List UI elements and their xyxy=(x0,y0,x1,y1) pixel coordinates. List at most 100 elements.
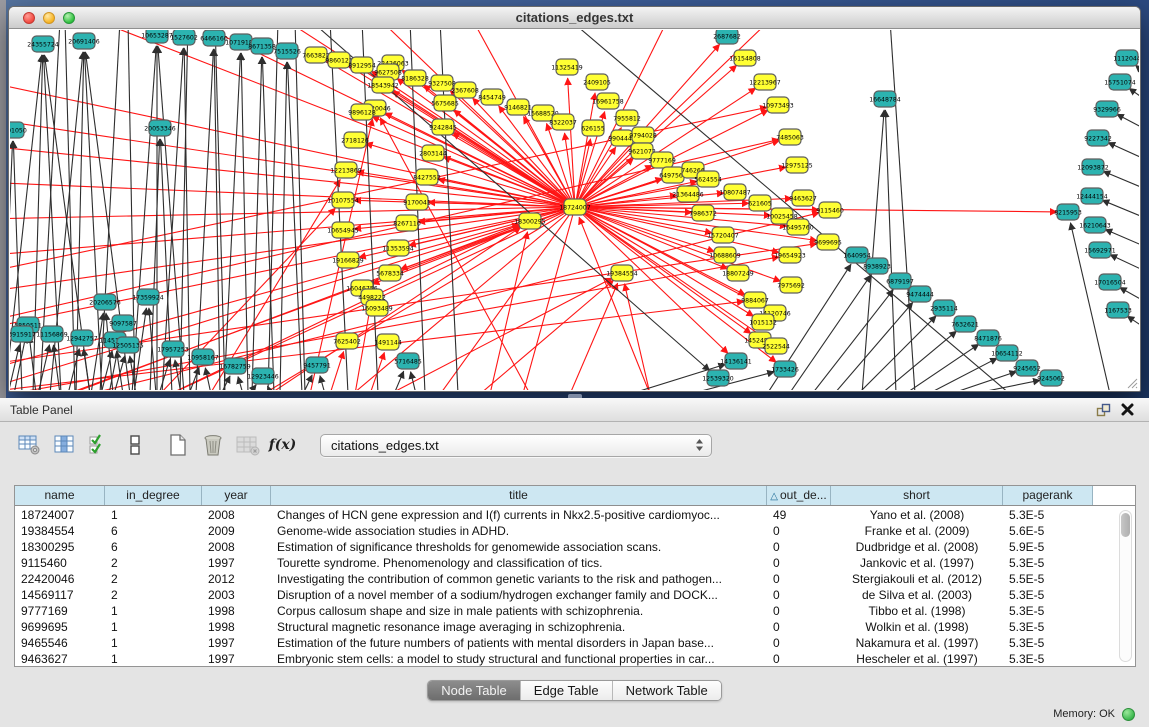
graph-node[interactable]: 3915917 xyxy=(10,326,36,342)
table-cell[interactable]: 6 xyxy=(105,523,202,539)
graph-node[interactable]: 9329966 xyxy=(1093,101,1121,117)
graph-node[interactable]: 10807487 xyxy=(719,184,751,200)
table-cell[interactable]: Disruption of a novel member of a sodium… xyxy=(271,587,767,603)
graph-node[interactable]: 12093872 xyxy=(1077,159,1109,175)
table-cell[interactable]: 18300295 xyxy=(15,539,105,555)
graph-node[interactable]: 10973493 xyxy=(762,97,794,113)
graph-node[interactable]: 16495760 xyxy=(782,219,814,235)
row-height-icon[interactable] xyxy=(121,432,148,458)
graph-node[interactable]: 10654112 xyxy=(991,345,1023,361)
float-panel-icon[interactable] xyxy=(1096,403,1111,417)
table-cell[interactable]: Hescheler et al. (1997) xyxy=(831,651,1003,666)
close-window-button[interactable] xyxy=(23,12,35,24)
table-cell[interactable]: 0 xyxy=(767,571,831,587)
graph-node[interactable]: 20206576 xyxy=(89,294,121,310)
table-cell[interactable]: Yano et al. (2008) xyxy=(831,507,1003,523)
table-cell[interactable]: 0 xyxy=(767,603,831,619)
graph-node[interactable]: 2367608 xyxy=(451,82,479,98)
table-cell[interactable]: Structural magnetic resonance image aver… xyxy=(271,619,767,635)
graph-node[interactable]: 11325419 xyxy=(551,59,583,75)
table-cell[interactable]: 5.9E-5 xyxy=(1003,539,1093,555)
graph-node[interactable]: 7955812 xyxy=(613,110,641,126)
graph-node[interactable]: 7515526 xyxy=(273,43,301,59)
table-row[interactable]: 1938455462009Genome-wide association stu… xyxy=(15,523,1119,539)
graph-node[interactable]: 5678334 xyxy=(376,265,404,281)
graph-node[interactable]: 19384554 xyxy=(606,265,638,281)
graph-node[interactable]: 8267110 xyxy=(393,215,421,231)
graph-node[interactable]: 10958167 xyxy=(187,349,219,365)
graph-node[interactable]: 10654945 xyxy=(327,222,359,238)
table-cell[interactable]: 2 xyxy=(105,571,202,587)
graph-node[interactable]: 16154808 xyxy=(729,50,761,66)
graph-node[interactable]: 9097587 xyxy=(109,315,137,331)
table-cell[interactable]: Estimation of significance thresholds fo… xyxy=(271,539,767,555)
memory-status-icon[interactable] xyxy=(1122,708,1135,721)
table-cell[interactable]: Wolkin et al. (1998) xyxy=(831,619,1003,635)
graph-node[interactable]: 8912954 xyxy=(348,57,376,73)
close-panel-icon[interactable] xyxy=(1120,402,1135,417)
graph-node[interactable]: 5675685 xyxy=(431,95,459,111)
table-cell[interactable]: 5.3E-5 xyxy=(1003,555,1093,571)
table-cell[interactable]: 14569117 xyxy=(15,587,105,603)
table-cell[interactable]: de Silva et al. (2003) xyxy=(831,587,1003,603)
graph-node[interactable]: 6879197 xyxy=(886,273,914,289)
window-resize-grip[interactable] xyxy=(1124,375,1138,389)
graph-node[interactable]: 2935114 xyxy=(930,300,958,316)
graph-node[interactable]: 8186328 xyxy=(401,70,429,86)
table-cell[interactable]: 1997 xyxy=(202,555,271,571)
table-cell[interactable]: 0 xyxy=(767,651,831,666)
network-window-titlebar[interactable]: citations_edges.txt xyxy=(9,7,1140,29)
graph-node[interactable]: 11353594 xyxy=(382,240,414,256)
graph-node[interactable]: 7485063 xyxy=(776,129,804,145)
table-settings-icon[interactable] xyxy=(16,432,43,458)
table-cell[interactable]: 0 xyxy=(767,619,831,635)
table-row[interactable]: 977716911998Corpus callosum shape and si… xyxy=(15,603,1119,619)
graph-node[interactable]: 5716485 xyxy=(394,353,422,369)
graph-node[interactable]: 12975125 xyxy=(781,157,813,173)
graph-node[interactable]: 11156869 xyxy=(36,326,68,342)
zoom-window-button[interactable] xyxy=(63,12,75,24)
table-cell[interactable]: 5.3E-5 xyxy=(1003,603,1093,619)
table-cell[interactable]: 1 xyxy=(105,619,202,635)
graph-node[interactable]: 9463627 xyxy=(789,190,817,206)
graph-node[interactable]: 1167533 xyxy=(1104,302,1132,318)
graph-node[interactable]: 9474444 xyxy=(906,286,934,302)
table-cell[interactable]: 5.3E-5 xyxy=(1003,635,1093,651)
graph-node[interactable]: 10688609 xyxy=(709,247,741,263)
table-cell[interactable]: 9699695 xyxy=(15,619,105,635)
graph-node[interactable]: 16210643 xyxy=(1079,217,1111,233)
graph-node[interactable]: 16961758 xyxy=(592,93,624,109)
graph-node[interactable]: 9245652 xyxy=(1013,360,1041,376)
table-cell[interactable]: 9115460 xyxy=(15,555,105,571)
graph-node[interactable]: 2409105 xyxy=(583,74,611,90)
table-cell[interactable]: Stergiakouli et al. (2012) xyxy=(831,571,1003,587)
table-cell[interactable]: 2008 xyxy=(202,507,271,523)
graph-node[interactable]: 5624554 xyxy=(694,171,722,187)
table-row[interactable]: 2242004622012Investigating the contribut… xyxy=(15,571,1119,587)
table-cell[interactable]: 19384554 xyxy=(15,523,105,539)
table-cell[interactable]: 1997 xyxy=(202,651,271,666)
graph-node[interactable]: 1112044 xyxy=(1113,50,1139,66)
minimize-window-button[interactable] xyxy=(43,12,55,24)
new-document-icon[interactable] xyxy=(164,432,191,458)
graph-node[interactable]: 18807249 xyxy=(722,265,754,281)
table-cell[interactable]: 22420046 xyxy=(15,571,105,587)
table-cell[interactable]: Corpus callosum shape and size in male p… xyxy=(271,603,767,619)
table-cell[interactable]: 0 xyxy=(767,635,831,651)
graph-node[interactable]: 17957253 xyxy=(157,341,189,357)
table-cell[interactable]: 18724007 xyxy=(15,507,105,523)
table-cell[interactable]: 0 xyxy=(767,555,831,571)
graph-node[interactable]: 8215953 xyxy=(1054,204,1082,220)
graph-node[interactable]: 15751074 xyxy=(1104,74,1136,90)
tab-node-table[interactable]: Node Table xyxy=(428,681,521,700)
graph-node[interactable]: 9457791 xyxy=(303,357,331,373)
table-cell[interactable]: 0 xyxy=(767,587,831,603)
table-cell[interactable]: 2012 xyxy=(202,571,271,587)
graph-node[interactable]: 626155 xyxy=(581,120,605,136)
table-cell[interactable]: 9777169 xyxy=(15,603,105,619)
graph-node[interactable]: 16648784 xyxy=(869,91,901,107)
table-cell[interactable]: 2 xyxy=(105,587,202,603)
column-header-short[interactable]: short xyxy=(831,486,1003,505)
graph-node[interactable]: 9884067 xyxy=(741,292,769,308)
graph-node[interactable]: 21364486 xyxy=(672,186,704,202)
